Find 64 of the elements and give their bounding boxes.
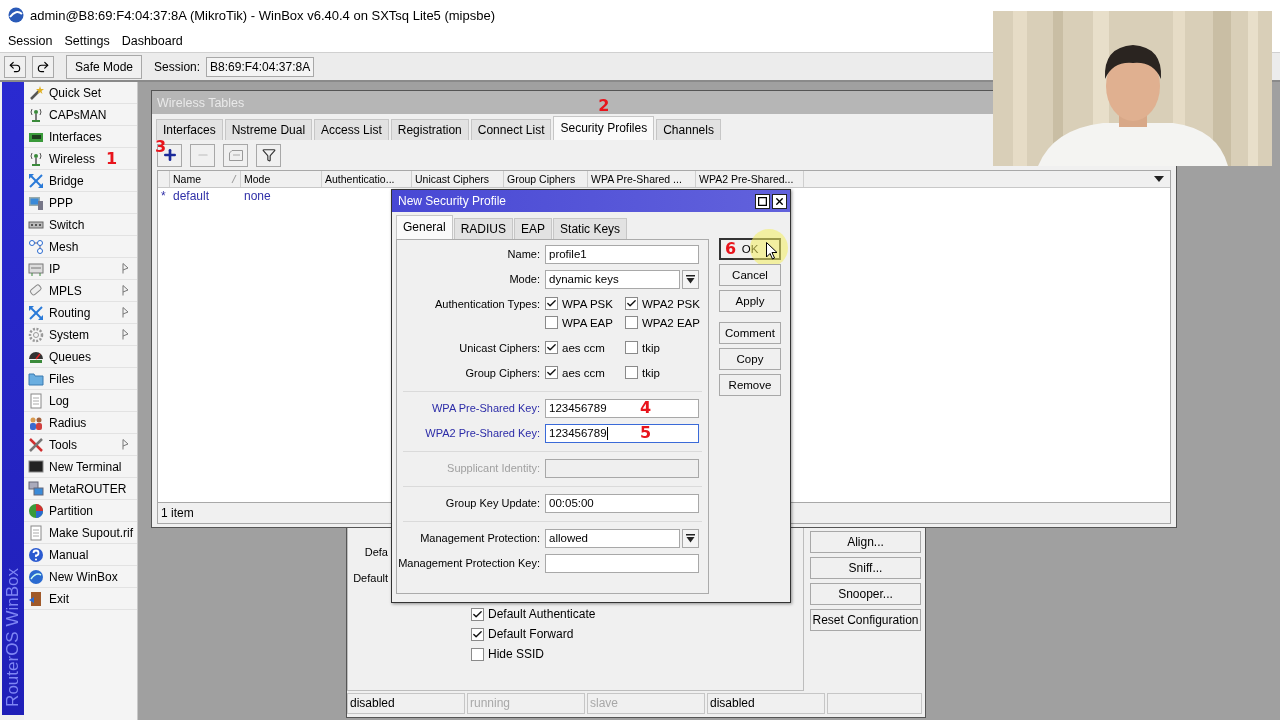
sidebar-item-label: Switch — [49, 217, 85, 232]
field-label: Default — [352, 572, 388, 586]
checkbox-label: Hide SSID — [488, 647, 545, 661]
sidebar-item-label: Exit — [49, 591, 69, 606]
sidebar-item-label: Manual — [49, 547, 89, 562]
dialog-title: New Security Profile — [398, 194, 507, 208]
field-label: Management Protection: — [419, 531, 541, 546]
table-cell-text: none — [243, 189, 272, 203]
sidebar-item-label: CAPsMAN — [49, 107, 107, 122]
step-number: 4 — [640, 400, 652, 416]
sidebar-item-label: Bridge — [49, 173, 84, 188]
sidebar-item-label: IP — [49, 261, 61, 276]
checkbox-label: WPA2 EAP — [642, 316, 700, 329]
sidebar-item-label: Queues — [49, 349, 92, 364]
checkbox-label: WPA2 PSK — [642, 297, 700, 310]
checkbox-label: WPA PSK — [562, 297, 613, 310]
field-label: Supplicant Identity: — [446, 461, 541, 476]
step-number: 5 — [640, 425, 652, 441]
field-label: WPA2 Pre-Shared Key: — [424, 426, 541, 441]
status-cell: disabled — [347, 693, 465, 714]
sidebar-item-label: MPLS — [49, 283, 82, 298]
sidebar-item-label: New WinBox — [49, 569, 118, 584]
status-cell: disabled — [707, 693, 825, 714]
sidebar-item-label: Make Supout.rif — [49, 525, 134, 540]
checkbox-label: WPA EAP — [562, 316, 613, 329]
step-number: 3 — [155, 138, 167, 155]
sidebar-item-label: Routing — [49, 305, 91, 320]
checkbox-label: tkip — [642, 366, 660, 379]
status-cell: running — [467, 693, 585, 714]
field-label: Authentication Types: — [434, 297, 541, 312]
flag-text: * — [160, 189, 167, 203]
step-number: 6 — [725, 241, 737, 257]
sidebar-item-label: Log — [49, 393, 70, 408]
checkbox-label: tkip — [642, 341, 660, 354]
sidebar-item-label: Wireless — [49, 151, 95, 166]
sidebar-item-label: MetaROUTER — [49, 481, 127, 496]
sidebar-item-label: Partition — [49, 503, 94, 518]
window-title: admin@B8:69:F4:04:37:8A (MikroTik) - WinBox v6.40.4 on SXTsq Lite5 (mipsbe) — [30, 7, 496, 23]
field-label: Mode: — [508, 272, 541, 287]
checkbox-label: Default Authenticate — [488, 607, 596, 621]
sidebar-item-label: Interfaces — [49, 129, 102, 144]
field-label: Name: — [506, 247, 541, 262]
step-number: 1 — [106, 150, 118, 167]
table-cell-text: default — [172, 189, 211, 203]
sidebar-item-label: Quick Set — [49, 85, 102, 100]
sidebar-item-label: Files — [49, 371, 75, 386]
field-label: Defa — [363, 546, 388, 560]
field-label: Unicast Ciphers: — [458, 341, 541, 356]
sidebar-item-label: New Terminal — [49, 459, 122, 474]
step-number: 2 — [598, 98, 610, 114]
checkbox-label: Default Forward — [488, 627, 574, 641]
field-label: WPA Pre-Shared Key: — [431, 401, 541, 416]
sidebar-item-label: PPP — [49, 195, 73, 210]
field-label: Management Protection Key: — [397, 556, 541, 571]
checkbox-label: aes ccm — [562, 366, 605, 379]
checkbox-label: aes ccm — [562, 341, 605, 354]
field-label: Group Ciphers: — [464, 366, 541, 381]
brand-text: RouterOS WinBox — [3, 568, 23, 707]
sidebar-item-label: System — [49, 327, 89, 342]
sidebar-item-label: Radius — [49, 415, 87, 430]
status-cell: slave — [587, 693, 705, 714]
sidebar-item-label: Tools — [49, 437, 77, 452]
session-label: Session: — [154, 59, 201, 74]
sidebar-item-label: Mesh — [49, 239, 79, 254]
